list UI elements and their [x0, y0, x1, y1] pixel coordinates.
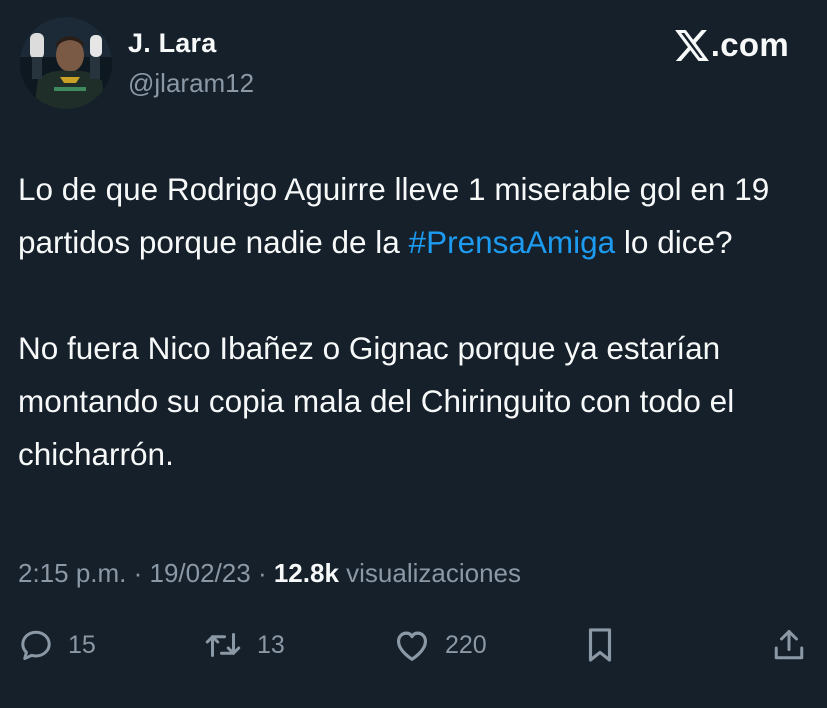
meta-separator: ·: [250, 558, 274, 588]
views-count: 12.8k: [273, 558, 339, 588]
share-icon: [774, 630, 804, 660]
avatar[interactable]: [20, 17, 112, 109]
tweet-paragraph-1: Lo de que Rodrigo Aguirre lleve 1 misera…: [18, 163, 818, 269]
like-count: 220: [445, 630, 487, 659]
bookmark-button[interactable]: [584, 620, 616, 670]
x-com-text: .com: [710, 26, 789, 63]
tweet-paragraph-2: No fuera Nico Ibañez o Gignac porque ya …: [18, 330, 735, 472]
author-name[interactable]: J. Lara: [128, 28, 216, 59]
action-bar: 15 13 220: [0, 620, 827, 670]
retweet-button[interactable]: 13: [203, 620, 285, 670]
tweet-text: Lo de que Rodrigo Aguirre lleve 1 misera…: [18, 163, 818, 481]
tweet-meta: 2:15 p.m. · 19/02/23 · 12.8k visualizaci…: [18, 558, 521, 589]
heart-icon: [396, 631, 428, 661]
bookmark-icon: [588, 628, 612, 662]
like-button[interactable]: 220: [393, 620, 487, 670]
reply-button[interactable]: 15: [18, 620, 96, 670]
retweet-icon: [205, 633, 241, 657]
views-label: visualizaciones: [338, 558, 522, 588]
tweet-time[interactable]: 2:15 p.m.: [18, 558, 126, 588]
share-button[interactable]: [771, 620, 807, 670]
meta-separator: ·: [126, 558, 150, 588]
tweet-card: J. Lara @jlaram12 .com Lo de que Rodrigo…: [0, 0, 827, 708]
retweet-count: 13: [257, 630, 285, 659]
x-logo-icon: [674, 29, 709, 61]
x-com-logo: .com: [674, 26, 789, 64]
reply-icon: [21, 630, 51, 660]
tweet-date[interactable]: 19/02/23: [150, 558, 251, 588]
tweet-text-part: lo dice?: [615, 224, 733, 260]
author-handle[interactable]: @jlaram12: [128, 68, 254, 99]
reply-count: 15: [68, 630, 96, 659]
avatar-photo: [20, 17, 112, 109]
hashtag-link[interactable]: #PrensaAmiga: [409, 224, 616, 260]
